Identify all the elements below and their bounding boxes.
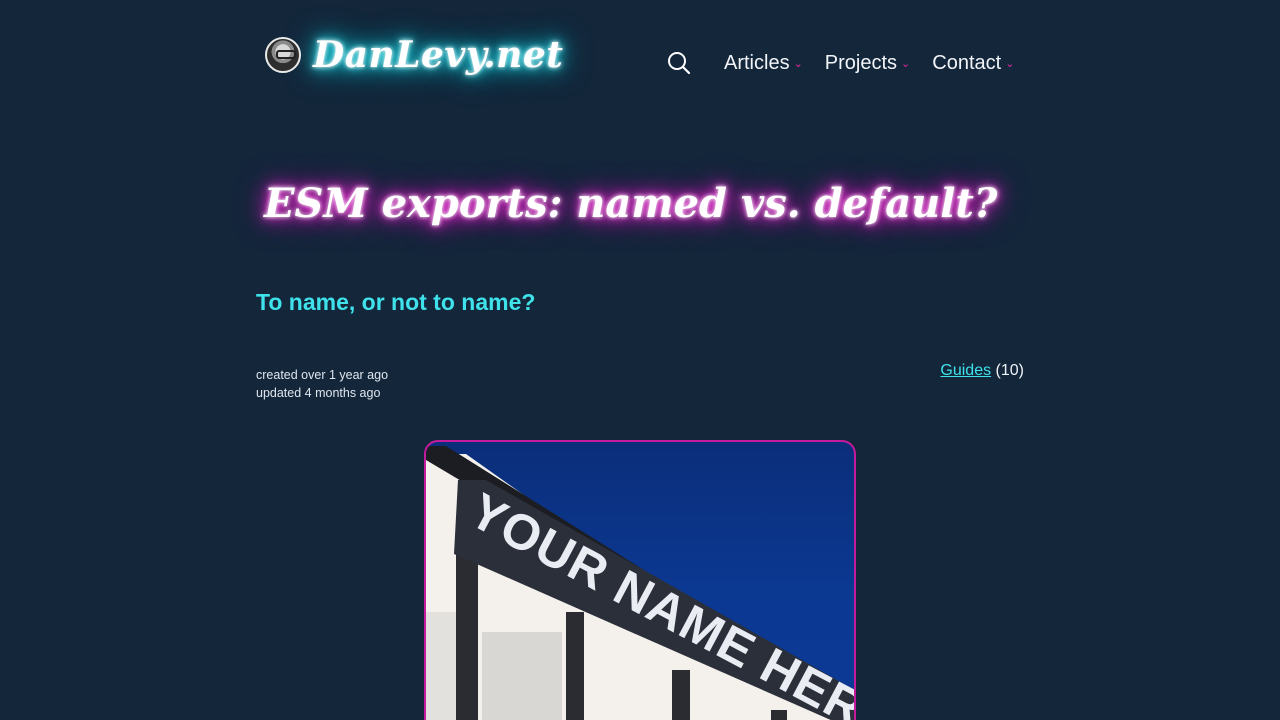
page: DanLevy.net Articles ⌄ Projects ⌄ Contac…: [0, 0, 1280, 720]
search-button[interactable]: [666, 50, 692, 76]
created-date: created over 1 year ago: [256, 368, 389, 382]
site-brand[interactable]: DanLevy.net: [265, 34, 563, 76]
page-title: ESM exports: named vs. default?: [264, 180, 998, 227]
chevron-down-icon: ⌄: [901, 57, 911, 70]
article-meta: created over 1 year ago updated 4 months…: [256, 366, 388, 402]
chevron-down-icon: ⌄: [1005, 57, 1015, 70]
hero-image: YOUR NAME HERE: [424, 440, 856, 720]
nav-contact[interactable]: Contact ⌄: [932, 52, 1014, 75]
search-icon: [668, 52, 691, 75]
nav-projects-label: Projects: [824, 51, 898, 74]
category-link[interactable]: Guides: [940, 362, 991, 379]
building-banner-illustration: YOUR NAME HERE: [426, 446, 854, 720]
nav-articles[interactable]: Articles ⌄: [724, 52, 803, 75]
main-nav: Articles ⌄ Projects ⌄ Contact ⌄: [666, 50, 1036, 76]
category-tag: Guides (10): [940, 362, 1024, 380]
category-count: (10): [995, 362, 1024, 379]
nav-projects[interactable]: Projects ⌄: [825, 52, 910, 75]
site-name[interactable]: DanLevy.net: [313, 34, 563, 76]
avatar[interactable]: [265, 37, 301, 73]
updated-date: updated 4 months ago: [256, 386, 381, 400]
nav-contact-label: Contact: [932, 51, 1002, 74]
page-subtitle: To name, or not to name?: [256, 289, 536, 315]
chevron-down-icon: ⌄: [793, 57, 803, 70]
nav-articles-label: Articles: [724, 51, 790, 74]
